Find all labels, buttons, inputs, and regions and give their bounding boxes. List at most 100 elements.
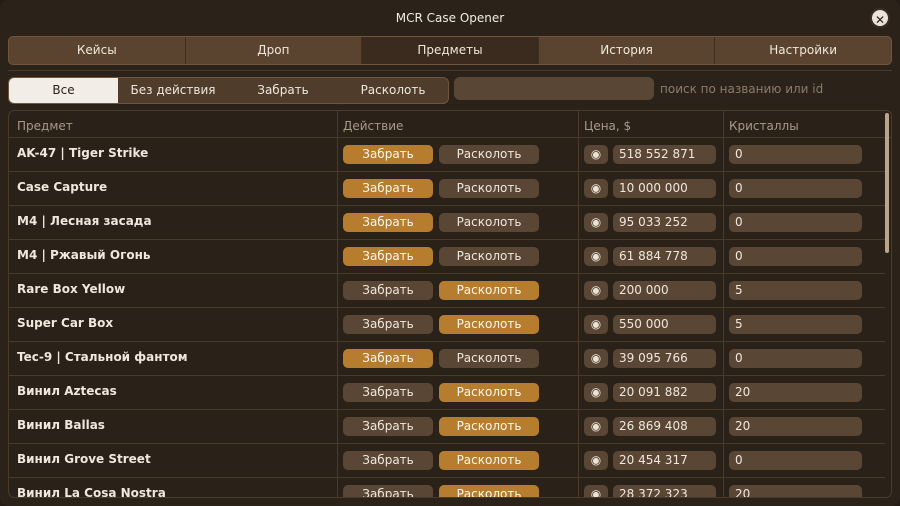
filter-no-action[interactable]: Без действия: [118, 78, 228, 103]
crystals-field: 5: [729, 315, 862, 334]
coin-stack-icon: ◉: [584, 247, 608, 266]
item-name: M4 | Лесная засада: [17, 214, 152, 228]
take-button[interactable]: Забрать: [343, 145, 433, 164]
table-row: Винил Aztecas Забрать Расколоть ◉ 20 091…: [9, 376, 885, 410]
break-button[interactable]: Расколоть: [439, 349, 539, 368]
search-input[interactable]: [454, 77, 654, 100]
tab-history[interactable]: История: [539, 37, 716, 64]
coin-stack-icon: ◉: [584, 213, 608, 232]
break-button[interactable]: Расколоть: [439, 485, 539, 497]
filter-segmented-control: Все Без действия Забрать Расколоть: [8, 77, 449, 104]
main-tabs: Кейсы Дроп Предметы История Настройки: [8, 36, 892, 65]
table-row: Винил Ballas Забрать Расколоть ◉ 26 869 …: [9, 410, 885, 444]
item-name: Винил La Cosa Nostra: [17, 486, 166, 498]
break-button[interactable]: Расколоть: [439, 213, 539, 232]
crystals-field: 0: [729, 349, 862, 368]
crystals-field: 0: [729, 247, 862, 266]
item-name: Винил Aztecas: [17, 384, 117, 398]
crystals-field: 5: [729, 281, 862, 300]
break-button[interactable]: Расколоть: [439, 281, 539, 300]
crystals-field: 0: [729, 213, 862, 232]
tab-items[interactable]: Предметы: [362, 37, 539, 64]
price-field: 200 000: [613, 281, 716, 300]
coin-stack-icon: ◉: [584, 349, 608, 368]
take-button[interactable]: Забрать: [343, 383, 433, 402]
table-header: Предмет Действие Цена, $ Кристаллы: [9, 111, 891, 138]
item-name: Винил Grove Street: [17, 452, 151, 466]
take-button[interactable]: Забрать: [343, 213, 433, 232]
take-button[interactable]: Забрать: [343, 485, 433, 497]
crystals-field: 0: [729, 145, 862, 164]
price-field: 39 095 766: [613, 349, 716, 368]
price-field: 28 372 323: [613, 485, 716, 497]
tab-settings[interactable]: Настройки: [715, 37, 891, 64]
item-name: Винил Ballas: [17, 418, 105, 432]
break-button[interactable]: Расколоть: [439, 145, 539, 164]
break-button[interactable]: Расколоть: [439, 451, 539, 470]
break-button[interactable]: Расколоть: [439, 179, 539, 198]
crystals-field: 20: [729, 485, 862, 497]
break-button[interactable]: Расколоть: [439, 383, 539, 402]
price-field: 20 454 317: [613, 451, 716, 470]
table-row: Rare Box Yellow Забрать Расколоть ◉ 200 …: [9, 274, 885, 308]
price-field: 61 884 778: [613, 247, 716, 266]
coin-stack-icon: ◉: [584, 281, 608, 300]
crystals-field: 20: [729, 383, 862, 402]
tab-drop[interactable]: Дроп: [186, 37, 363, 64]
coin-stack-icon: ◉: [584, 179, 608, 198]
table-body: AK-47 | Tiger Strike Забрать Расколоть ◉…: [9, 138, 885, 498]
price-field: 10 000 000: [613, 179, 716, 198]
take-button[interactable]: Забрать: [343, 281, 433, 300]
close-icon[interactable]: ✕: [870, 8, 890, 28]
table-row: M4 | Лесная засада Забрать Расколоть ◉ 9…: [9, 206, 885, 240]
filter-all[interactable]: Все: [9, 78, 118, 103]
item-name: Rare Box Yellow: [17, 282, 126, 296]
header-action: Действие: [343, 119, 404, 133]
item-name: Super Car Box: [17, 316, 114, 330]
break-button[interactable]: Расколоть: [439, 247, 539, 266]
table-row: Case Capture Забрать Расколоть ◉ 10 000 …: [9, 172, 885, 206]
scrollbar[interactable]: [885, 113, 889, 253]
take-button[interactable]: Забрать: [343, 349, 433, 368]
coin-stack-icon: ◉: [584, 417, 608, 436]
price-field: 550 000: [613, 315, 716, 334]
filter-break[interactable]: Расколоть: [338, 78, 448, 103]
item-name: M4 | Ржавый Огонь: [17, 248, 151, 262]
table-row: M4 | Ржавый Огонь Забрать Расколоть ◉ 61…: [9, 240, 885, 274]
tab-cases[interactable]: Кейсы: [9, 37, 186, 64]
header-price: Цена, $: [584, 119, 632, 133]
coin-stack-icon: ◉: [584, 145, 608, 164]
item-name: Tec-9 | Стальной фантом: [17, 350, 188, 364]
item-name: AK-47 | Tiger Strike: [17, 146, 149, 160]
table-row: Tec-9 | Стальной фантом Забрать Расколот…: [9, 342, 885, 376]
crystals-field: 0: [729, 179, 862, 198]
items-table: Предмет Действие Цена, $ Кристаллы AK-47…: [8, 110, 892, 498]
crystals-field: 20: [729, 417, 862, 436]
break-button[interactable]: Расколоть: [439, 417, 539, 436]
coin-stack-icon: ◉: [584, 485, 608, 497]
main-window: MCR Case Opener ✕ Кейсы Дроп Предметы Ис…: [0, 0, 900, 506]
table-row: Super Car Box Забрать Расколоть ◉ 550 00…: [9, 308, 885, 342]
price-field: 20 091 882: [613, 383, 716, 402]
table-row: Винил La Cosa Nostra Забрать Расколоть ◉…: [9, 478, 885, 498]
filter-take[interactable]: Забрать: [228, 78, 338, 103]
tabs-divider: [8, 70, 892, 71]
crystals-field: 0: [729, 451, 862, 470]
take-button[interactable]: Забрать: [343, 451, 433, 470]
coin-stack-icon: ◉: [584, 315, 608, 334]
coin-stack-icon: ◉: [584, 451, 608, 470]
coin-stack-icon: ◉: [584, 383, 608, 402]
table-row: Винил Grove Street Забрать Расколоть ◉ 2…: [9, 444, 885, 478]
item-name: Case Capture: [17, 180, 108, 194]
table-row: AK-47 | Tiger Strike Забрать Расколоть ◉…: [9, 138, 885, 172]
header-item: Предмет: [17, 119, 73, 133]
take-button[interactable]: Забрать: [343, 179, 433, 198]
take-button[interactable]: Забрать: [343, 417, 433, 436]
header-crystals: Кристаллы: [729, 119, 799, 133]
take-button[interactable]: Забрать: [343, 315, 433, 334]
window-title: MCR Case Opener: [395, 11, 505, 25]
price-field: 518 552 871: [613, 145, 716, 164]
take-button[interactable]: Забрать: [343, 247, 433, 266]
price-field: 26 869 408: [613, 417, 716, 436]
break-button[interactable]: Расколоть: [439, 315, 539, 334]
